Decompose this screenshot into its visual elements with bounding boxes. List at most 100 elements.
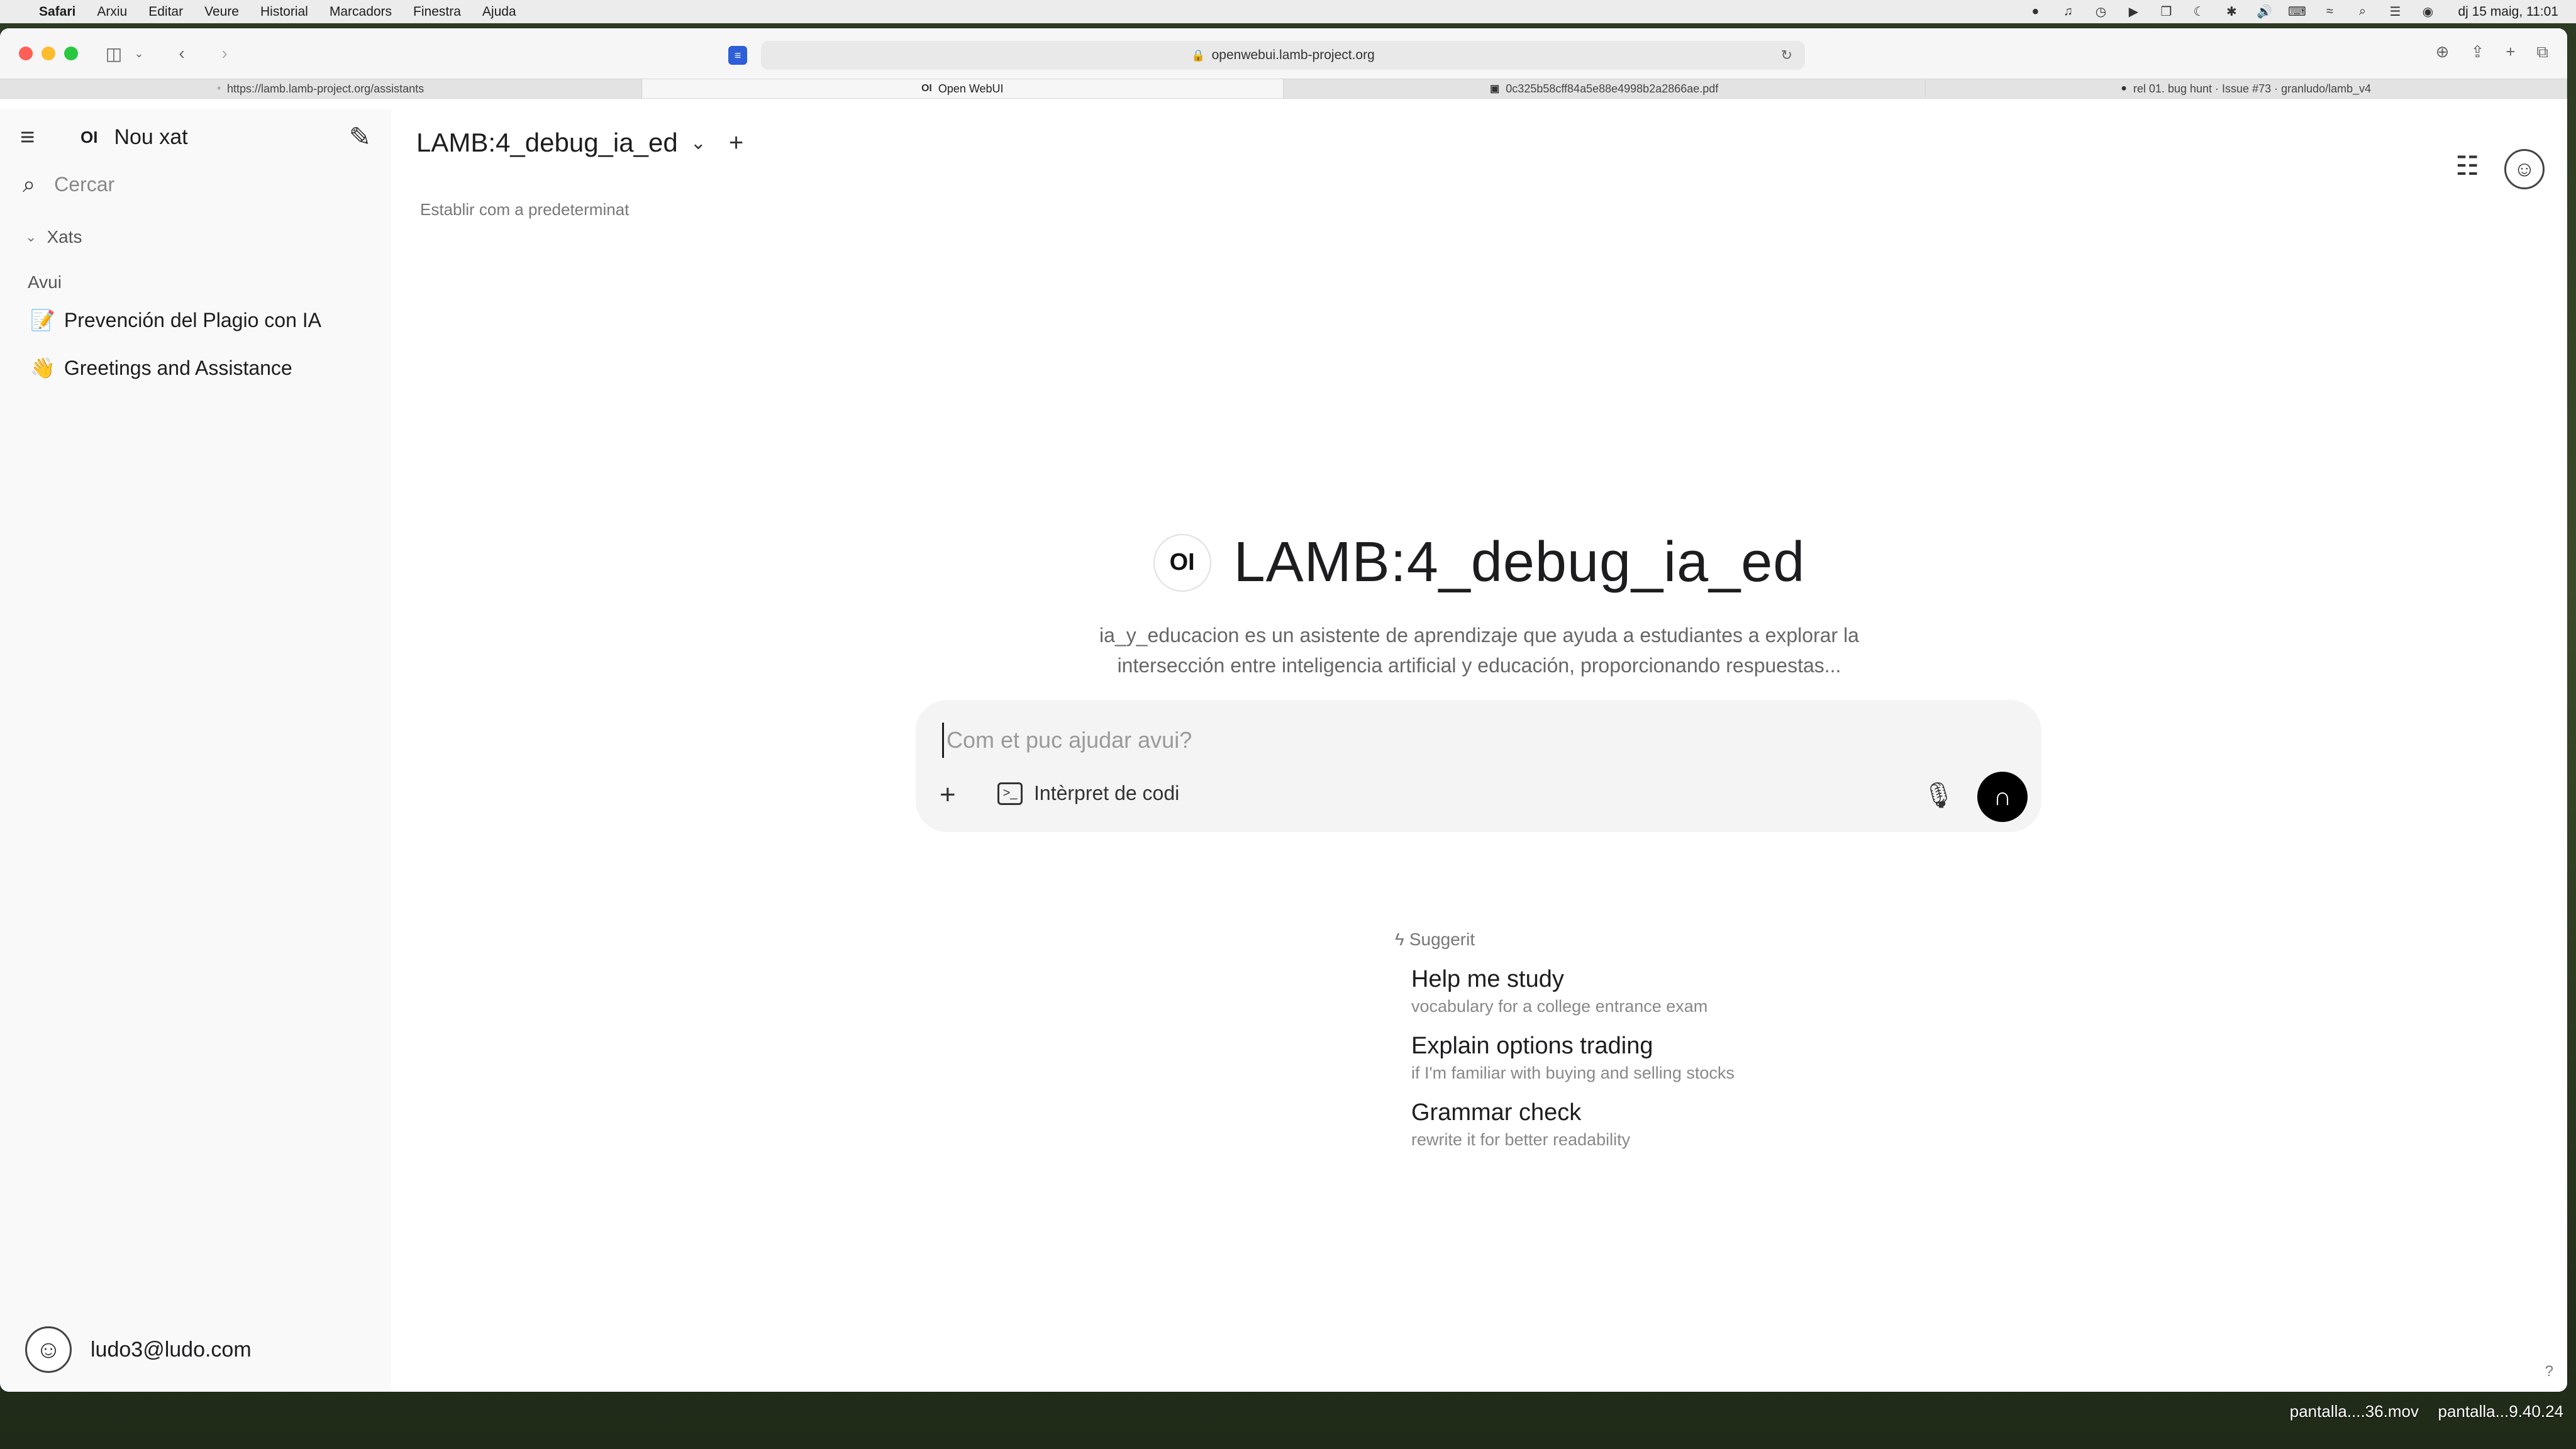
suggestion-title: Grammar check (1411, 1099, 1582, 1126)
model-logo: OI (1153, 533, 1211, 592)
window-icon[interactable]: ❐ (2158, 5, 2174, 19)
interpreter-label: Intèrpret de codi (1034, 782, 1180, 804)
downloads-icon[interactable]: ⊕ (2436, 42, 2450, 62)
message-input[interactable] (942, 723, 1948, 758)
sidebar-logo: OI (80, 127, 98, 147)
suggestion-item[interactable]: Help me study vocabulary for a college e… (1411, 966, 1735, 1016)
url-text: openwebui.lamb-project.org (1211, 48, 1375, 62)
tab-bar: ◦ https://lamb.lamb-project.org/assistan… (0, 79, 2567, 99)
sidebar-toggle-icon[interactable]: ◫ (103, 43, 125, 64)
avatar: ☺ (25, 1326, 72, 1373)
menu-clock[interactable]: dj 15 maig, 11:01 (2458, 4, 2558, 19)
suggestion-item[interactable]: Explain options trading if I'm familiar … (1411, 1033, 1735, 1083)
tab-label: rel 01. bug hunt · Issue #73 · granludo/… (2133, 82, 2372, 95)
menu-veure[interactable]: Veure (204, 4, 239, 19)
safari-toolbar: ◫ ⌄ ‹ › ≡ 🔒 openwebui.lamb-project.org ↻… (0, 28, 2567, 79)
chat-title: Prevención del Plagio con IA (64, 308, 321, 331)
menu-ajuda[interactable]: Ajuda (482, 4, 516, 19)
menu-icon[interactable]: ≡ (20, 123, 48, 152)
suggestions: ϟ Suggerit Help me study vocabulary for … (1395, 930, 1735, 1150)
tab-github-issue[interactable]: ● rel 01. bug hunt · Issue #73 · granlud… (1926, 79, 2567, 98)
control-center-icon[interactable]: ☰ (2387, 5, 2402, 19)
section-label: Xats (47, 227, 82, 247)
chats-section-toggle[interactable]: ⌄ Xats (0, 227, 391, 247)
wifi-off-icon[interactable]: ≈ (2322, 4, 2337, 19)
new-chat-button[interactable]: Nou xat (114, 125, 187, 150)
code-interpreter-toggle[interactable]: >_ Intèrpret de codi (997, 782, 1179, 805)
address-bar[interactable]: 🔒 openwebui.lamb-project.org ↻ (761, 41, 1805, 70)
github-favicon-icon: ● (2121, 83, 2127, 94)
zoom-window-button[interactable] (64, 47, 78, 60)
menu-app-name[interactable]: Safari (39, 4, 75, 19)
minimize-window-button[interactable] (42, 47, 55, 60)
menu-arxiu[interactable]: Arxiu (97, 4, 127, 19)
tab-open-webui[interactable]: OI Open WebUI (641, 79, 1284, 98)
chat-item[interactable]: 📝 Prevención del Plagio con IA (0, 296, 391, 344)
menu-historial[interactable]: Historial (260, 4, 308, 19)
add-model-button[interactable]: + (729, 129, 743, 157)
chevron-down-icon: ⌄ (690, 132, 706, 153)
oi-favicon-icon: OI (921, 83, 932, 94)
avatar[interactable]: ☺ (2504, 149, 2545, 189)
pdf-favicon-icon: ▣ (1490, 84, 1500, 94)
keyboard-icon[interactable]: ⌨ (2288, 5, 2306, 19)
time-machine-icon[interactable]: ◷ (2093, 5, 2108, 19)
suggestion-item[interactable]: Grammar check rewrite it for better read… (1411, 1099, 1735, 1150)
sidebar-search: ⌕ (0, 165, 391, 203)
back-icon[interactable]: ‹ (171, 43, 192, 64)
tab-overview-icon[interactable]: ⧉ (2536, 42, 2548, 62)
tab-lamb-assistants[interactable]: ◦ https://lamb.lamb-project.org/assistan… (0, 79, 642, 98)
chat-item[interactable]: 👋 Greetings and Assistance (0, 344, 391, 392)
menu-editar[interactable]: Editar (148, 4, 183, 19)
memo-icon: 📝 (30, 309, 55, 331)
suggestion-title: Explain options trading (1411, 1033, 1653, 1059)
help-button[interactable]: ? (2545, 1363, 2553, 1380)
moon-icon[interactable]: ☾ (2191, 5, 2206, 19)
close-window-button[interactable] (19, 47, 33, 60)
compose-icon[interactable]: ✎ (349, 121, 371, 152)
menu-marcadors[interactable]: Marcadors (330, 4, 392, 19)
search-icon: ⌕ (23, 170, 36, 197)
record-icon[interactable]: ● (2028, 4, 2043, 19)
tab-pdf[interactable]: ▣ 0c325b58cff84a5e88e4998b2a2866ae.pdf (1284, 79, 1926, 98)
siri-icon[interactable]: ◉ (2420, 5, 2435, 19)
search-input[interactable] (54, 172, 306, 196)
suggestion-title: Help me study (1411, 966, 1564, 992)
volume-icon[interactable]: 🔊 (2257, 5, 2272, 19)
forward-icon[interactable]: › (214, 43, 235, 64)
set-default-link[interactable]: Establir com a predeterminat (420, 200, 629, 219)
message-composer: + >_ Intèrpret de codi 🎙 ∩ (916, 700, 2041, 832)
welcome-hero: OI LAMB:4_debug_ia_ed ia_y_educacion es … (391, 530, 2567, 680)
terminal-icon: >_ (997, 782, 1023, 805)
piano-icon[interactable]: ♫ (2060, 4, 2075, 19)
desktop-file[interactable]: pantalla....36.mov (2290, 1402, 2419, 1421)
safari-window: ◫ ⌄ ‹ › ≡ 🔒 openwebui.lamb-project.org ↻… (0, 28, 2567, 1392)
lock-icon: 🔒 (1191, 48, 1206, 62)
chevron-down-icon[interactable]: ⌄ (128, 47, 150, 60)
sidebar: ≡ OI Nou xat ✎ ⌕ ⌄ Xats Avui 📝 Prevenció… (0, 109, 391, 1392)
model-selector[interactable]: LAMB:4_debug_ia_ed ⌄ + (416, 128, 743, 158)
microphone-icon[interactable]: 🎙 (1923, 780, 1955, 810)
suggestion-subtitle: vocabulary for a college entrance exam (1411, 997, 1708, 1016)
bluetooth-icon[interactable]: ✱ (2224, 5, 2239, 19)
model-description: ia_y_educacion es un asistente de aprend… (1099, 624, 1859, 677)
desktop-file[interactable]: pantalla...9.40.24 (2438, 1402, 2564, 1421)
menu-finestra[interactable]: Finestra (413, 4, 461, 19)
share-icon[interactable]: ⇪ (2470, 42, 2484, 62)
new-tab-icon[interactable]: + (2506, 42, 2515, 62)
window-controls (19, 47, 78, 60)
open-webui-app: ≡ OI Nou xat ✎ ⌕ ⌄ Xats Avui 📝 Prevenció… (0, 109, 2567, 1392)
wave-icon: 👋 (30, 357, 55, 379)
sliders-icon[interactable]: ☷ (2455, 150, 2479, 181)
tab-label: Open WebUI (938, 82, 1004, 95)
suggestion-subtitle: rewrite it for better readability (1411, 1130, 1631, 1149)
play-icon[interactable]: ▶ (2126, 5, 2141, 19)
voice-mode-button[interactable]: ∩ (1977, 772, 2028, 822)
user-menu[interactable]: ☺ ludo3@ludo.com (25, 1326, 252, 1373)
spotlight-search-icon[interactable]: ⌕ (2355, 4, 2370, 19)
blank-favicon-icon: ◦ (217, 83, 221, 94)
headphones-icon: ∩ (1993, 782, 2012, 811)
reload-icon[interactable]: ↻ (1781, 47, 1792, 64)
extension-icon[interactable]: ≡ (728, 46, 747, 65)
plus-icon[interactable]: + (940, 779, 956, 811)
